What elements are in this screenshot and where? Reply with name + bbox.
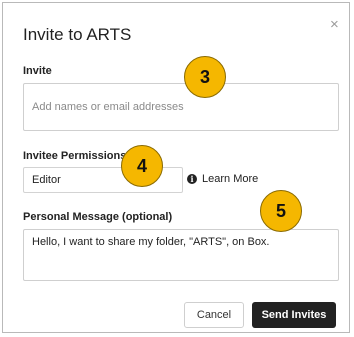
learn-more-label: Learn More [202, 173, 259, 185]
invite-input[interactable] [23, 83, 339, 131]
message-label: Personal Message (optional) [23, 211, 173, 223]
permissions-label: Invitee Permissions [23, 150, 127, 162]
invite-dialog: Invite to ARTS × Invite Invitee Permissi… [2, 2, 350, 333]
close-icon[interactable]: × [330, 17, 339, 32]
personal-message-field[interactable]: Hello, I want to share my folder, "ARTS"… [23, 229, 339, 281]
invite-label: Invite [23, 65, 52, 77]
send-invites-button[interactable]: Send Invites [252, 302, 336, 328]
info-icon: i [187, 174, 197, 184]
annotation-marker-3: 3 [184, 56, 226, 98]
annotation-marker-5: 5 [260, 190, 302, 232]
annotation-marker-4: 4 [121, 145, 163, 187]
dialog-title: Invite to ARTS [23, 25, 132, 44]
learn-more-link[interactable]: i Learn More [187, 173, 258, 185]
cancel-button[interactable]: Cancel [184, 302, 244, 328]
permissions-selected-value: Editor [32, 174, 61, 186]
